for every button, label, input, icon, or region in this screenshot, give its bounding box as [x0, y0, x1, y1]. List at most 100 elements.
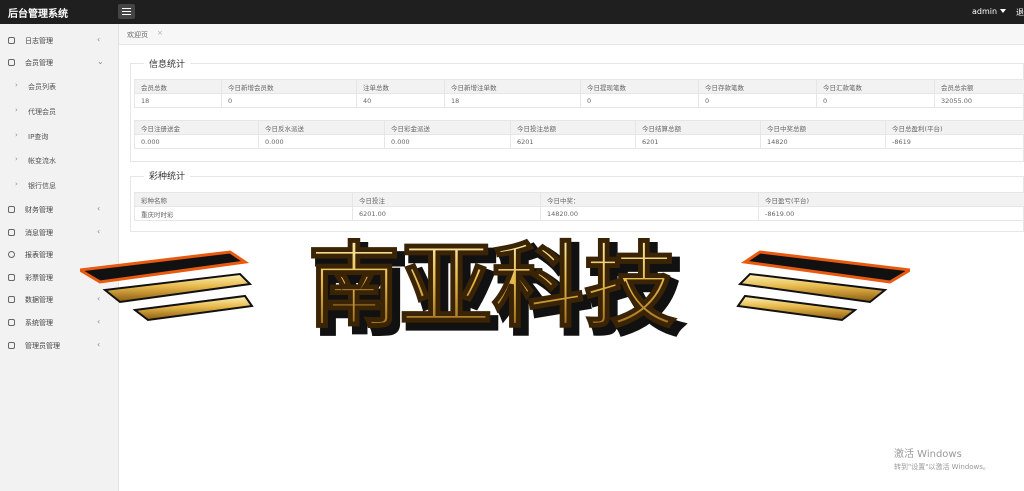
lottery-icon [8, 274, 15, 281]
table-header-cell: 会员总余额 [934, 79, 1024, 94]
user-icon [8, 342, 15, 349]
user-icon [8, 319, 15, 326]
table-header-cell: 今日提现笔数 [580, 79, 699, 94]
sidebar-subitem-agent-members[interactable]: › 代理会员 [0, 100, 118, 124]
chevron-right-icon: › [15, 180, 18, 188]
table-header-cell: 注单总数 [356, 79, 445, 94]
table-cell: 32055.00 [934, 93, 1024, 108]
sidebar-item-label: 彩票管理 [25, 274, 53, 282]
table-cell: 14820 [760, 134, 886, 149]
sidebar-item-label: 日志管理 [25, 37, 53, 45]
sidebar-subitem-label: 代理会员 [28, 108, 56, 116]
user-icon [8, 59, 15, 66]
sidebar-subitem-account-flow[interactable]: › 帐变流水 [0, 149, 118, 173]
sidebar-item-label: 财务管理 [25, 206, 53, 214]
chevron-right-icon: › [15, 106, 18, 114]
table-row: 18 0 40 18 0 0 0 32055.00 [134, 93, 1024, 108]
sidebar-subitem-label: 银行信息 [28, 182, 56, 190]
info-table-1: 会员总数 今日新增会员数 注单总数 今日新增注单数 今日提现笔数 今日存款笔数 … [134, 79, 1024, 108]
table-cell: 0.000 [384, 134, 511, 149]
table-header-cell: 今日注册送金 [134, 120, 259, 135]
table-header-cell: 今日反水派送 [258, 120, 385, 135]
lottery-stats-title: 彩种统计 [144, 169, 191, 182]
table-cell: 0.000 [134, 134, 259, 149]
right-wing-icon [736, 250, 910, 322]
sidebar-subitem-label: 会员列表 [28, 83, 56, 91]
chevron-right-icon: › [15, 131, 18, 139]
sidebar-item-label: 报表管理 [25, 251, 53, 259]
table-cell: 14820.00 [540, 206, 759, 221]
message-icon [8, 229, 15, 236]
table-cell: 18 [134, 93, 222, 108]
table-header-cell: 今日投注总额 [510, 120, 636, 135]
menu-icon [122, 8, 131, 9]
table-header-cell: 今日中奖总额 [760, 120, 886, 135]
table-cell: 18 [444, 93, 581, 108]
table-cell: -8619 [885, 134, 1024, 149]
table-row: 0.000 0.000 0.000 6201 6201 14820 -8619 [134, 134, 1024, 149]
tab-welcome[interactable]: 欢迎页 [127, 30, 148, 40]
chevron-down-icon: ⌄ [97, 57, 104, 66]
username: admin [972, 7, 998, 16]
table-header-row: 彩种名称 今日投注 今日中奖： 今日盈亏(平台) [134, 192, 1024, 207]
table-header-cell: 今日汇款笔数 [816, 79, 935, 94]
chevron-left-icon: ‹ [97, 204, 101, 213]
table-cell: 0.000 [258, 134, 385, 149]
sidebar-subitem-label: IP查询 [28, 133, 49, 141]
table-header-cell: 今日投注 [352, 192, 541, 207]
left-wing-icon [80, 250, 254, 322]
close-icon[interactable]: × [157, 29, 163, 37]
table-header-cell: 今日结算总额 [635, 120, 761, 135]
table-header-cell: 彩种名称 [134, 192, 353, 207]
table-cell: -8619.00 [758, 206, 1024, 221]
app-title: 后台管理系统 [8, 9, 68, 20]
sidebar-item-label: 数据管理 [25, 296, 53, 304]
watermark-line-1: 激活 Windows [894, 449, 962, 460]
info-stats-title: 信息统计 [144, 57, 191, 70]
user-menu[interactable]: admin [972, 7, 1007, 16]
table-cell: 0 [816, 93, 935, 108]
lottery-table: 彩种名称 今日投注 今日中奖： 今日盈亏(平台) 重庆时时彩 6201.00 1… [134, 192, 1024, 221]
chevron-right-icon: › [15, 81, 18, 89]
table-header-cell: 今日总盈利(平台) [885, 120, 1024, 135]
table-header-cell: 今日新增会员数 [221, 79, 357, 94]
tab-bar: 欢迎页 × [119, 24, 1024, 45]
table-row: 重庆时时彩 6201.00 14820.00 -8619.00 [134, 206, 1024, 221]
table-header-row: 会员总数 今日新增会员数 注单总数 今日新增注单数 今日提现笔数 今日存款笔数 … [134, 79, 1024, 94]
sidebar-subitem-label: 帐变流水 [28, 157, 56, 165]
sidebar-subitem-ip-query[interactable]: › IP查询 [0, 125, 118, 149]
chevron-left-icon: ‹ [97, 35, 101, 44]
menu-icon-line [122, 14, 131, 15]
table-cell: 6201 [510, 134, 636, 149]
table-cell: 6201 [635, 134, 761, 149]
logout-button[interactable]: 退 [1016, 7, 1024, 18]
sidebar-item-finance[interactable]: 财务管理 ‹ [0, 199, 118, 221]
sidebar-item-log[interactable]: 日志管理 ‹ [0, 30, 118, 52]
sidebar-subitem-member-list[interactable]: › 会员列表 [0, 75, 118, 99]
table-cell: 0 [221, 93, 357, 108]
table-header-cell: 会员总数 [134, 79, 222, 94]
table-header-row: 今日注册送金 今日反水派送 今日彩金派送 今日投注总额 今日结算总额 今日中奖总… [134, 120, 1024, 135]
top-bar: 后台管理系统 admin 退 [0, 0, 1024, 24]
table-header-cell: 今日彩金派送 [384, 120, 511, 135]
windows-activation-watermark: 激活 Windows 转到"设置"以激活 Windows。 [894, 445, 990, 472]
sidebar-subitem-bank-info[interactable]: › 银行信息 [0, 174, 118, 198]
caret-down-icon [1000, 9, 1007, 13]
menu-icon-line [122, 11, 131, 12]
sidebar-item-members[interactable]: 会员管理 ⌄ [0, 52, 118, 74]
watermark-line-2: 转到"设置"以激活 Windows。 [894, 463, 990, 471]
sidebar-item-label: 会员管理 [25, 59, 53, 67]
table-header-cell: 今日中奖： [540, 192, 759, 207]
table-header-cell: 今日新增注单数 [444, 79, 581, 94]
user-icon [8, 296, 15, 303]
table-cell: 6201.00 [352, 206, 541, 221]
info-table-2: 今日注册送金 今日反水派送 今日彩金派送 今日投注总额 今日结算总额 今日中奖总… [134, 120, 1024, 149]
sidebar-item-label: 系统管理 [25, 319, 53, 327]
table-header-cell: 今日盈亏(平台) [758, 192, 1024, 207]
user-icon [8, 37, 15, 44]
refresh-icon [8, 251, 15, 258]
table-cell: 重庆时时彩 [134, 206, 353, 221]
table-cell: 0 [698, 93, 817, 108]
menu-toggle-button[interactable] [118, 4, 135, 19]
brand-logo: 南亚科技 南亚科技 [80, 232, 910, 342]
